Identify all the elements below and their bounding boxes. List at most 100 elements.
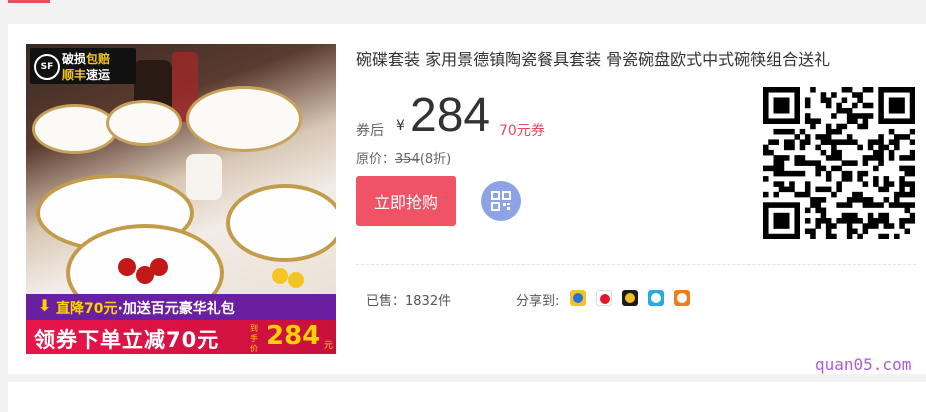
qr-module xyxy=(825,176,832,182)
promo-deal-label: 到手价 xyxy=(250,324,258,353)
qr-module xyxy=(909,107,916,114)
qr-module xyxy=(783,170,790,177)
qr-module xyxy=(862,181,869,187)
qr-module xyxy=(815,118,821,124)
qr-module xyxy=(783,139,790,145)
qr-module xyxy=(789,170,795,177)
qr-module xyxy=(794,92,800,98)
qr-module xyxy=(825,128,832,135)
qr-module xyxy=(810,87,816,93)
qr-module xyxy=(883,233,890,240)
qr-module xyxy=(768,118,774,124)
qr-module xyxy=(789,144,795,151)
qr-module xyxy=(773,181,780,187)
qr-module xyxy=(820,149,827,156)
qr-module xyxy=(831,223,837,229)
qr-module xyxy=(836,107,842,114)
qr-module xyxy=(894,202,900,208)
promo-banner-bottom: 领券下单立减70元 到手价 284 元 xyxy=(26,320,336,354)
down-arrow-icon: ⬇ xyxy=(38,296,52,315)
qr-module xyxy=(909,139,916,145)
qr-module xyxy=(778,128,785,135)
qr-module xyxy=(878,97,884,104)
qr-module xyxy=(794,191,800,198)
qr-module xyxy=(873,223,879,229)
qr-module xyxy=(904,202,911,208)
qr-module xyxy=(799,139,806,145)
qzone-icon[interactable] xyxy=(570,290,586,306)
qr-module xyxy=(841,170,848,177)
bowl xyxy=(32,104,118,154)
qr-module xyxy=(815,165,821,172)
qr-module xyxy=(862,160,869,166)
qr-module xyxy=(883,223,890,229)
qr-module xyxy=(894,97,900,104)
weibo-icon[interactable] xyxy=(596,290,612,306)
qr-module xyxy=(810,233,816,240)
renren-icon[interactable] xyxy=(674,290,690,306)
qr-module xyxy=(899,107,905,114)
qr-module xyxy=(888,223,895,229)
qr-module xyxy=(841,212,848,219)
qr-module xyxy=(763,223,769,229)
qr-module xyxy=(867,113,874,119)
qr-module xyxy=(846,139,853,145)
qr-module xyxy=(899,218,905,224)
qr-module xyxy=(878,212,884,219)
qr-code-button[interactable] xyxy=(481,181,521,221)
qr-module xyxy=(794,134,800,140)
qr-module xyxy=(841,97,848,104)
qr-module xyxy=(804,97,811,104)
qr-module xyxy=(899,134,905,140)
qr-module xyxy=(894,102,900,109)
sf-logo: SF xyxy=(34,54,60,80)
qr-module xyxy=(883,176,890,182)
top-accent-bar xyxy=(8,0,50,3)
qr-module xyxy=(773,170,780,177)
qr-module xyxy=(794,202,800,208)
qr-module xyxy=(878,87,884,93)
qr-module xyxy=(904,228,911,235)
qr-module xyxy=(852,191,858,198)
coupon-value: 70元券 xyxy=(499,123,545,139)
qr-module xyxy=(794,218,800,224)
qr-module xyxy=(773,160,780,166)
product-title[interactable]: 碗碟套装 家用景德镇陶瓷餐具套装 骨瓷碗盘欧式中式碗筷组合送礼 xyxy=(356,46,904,70)
qr-module xyxy=(825,102,832,109)
qr-module xyxy=(763,149,769,156)
qr-module xyxy=(857,123,863,130)
buy-now-button[interactable]: 立即抢购 xyxy=(356,176,456,226)
qr-module xyxy=(825,223,832,229)
qr-module xyxy=(804,102,811,109)
qr-module xyxy=(878,134,884,140)
qr-module xyxy=(783,144,790,151)
qr-module xyxy=(852,197,858,203)
qr-module xyxy=(836,155,842,161)
qr-module xyxy=(804,191,811,198)
qr-module xyxy=(867,139,874,145)
qr-module xyxy=(873,149,879,156)
lemon xyxy=(288,272,304,288)
qr-module xyxy=(778,233,785,240)
qr-module xyxy=(862,155,869,161)
qr-module xyxy=(778,118,785,124)
qr-module xyxy=(878,92,884,98)
qr-module xyxy=(857,113,863,119)
qr-module xyxy=(909,212,916,219)
qr-module xyxy=(852,113,858,119)
qr-module xyxy=(883,87,890,93)
product-image[interactable]: SF 破损包赔 顺丰速运 ⬇ 直降70元·加送百元豪华礼包 领券下单立减70元 … xyxy=(26,44,336,354)
qq-icon[interactable] xyxy=(622,290,638,306)
qr-module xyxy=(899,176,905,182)
qr-module xyxy=(909,218,916,224)
qr-module xyxy=(789,128,795,135)
qr-module xyxy=(810,160,816,166)
qr-module xyxy=(789,139,795,145)
top-strip xyxy=(0,0,926,4)
qr-module xyxy=(836,165,842,172)
qr-module xyxy=(846,113,853,119)
qr-module xyxy=(815,197,821,203)
qr-module xyxy=(815,134,821,140)
kaixin-icon[interactable] xyxy=(648,290,664,306)
qr-module xyxy=(878,186,884,193)
